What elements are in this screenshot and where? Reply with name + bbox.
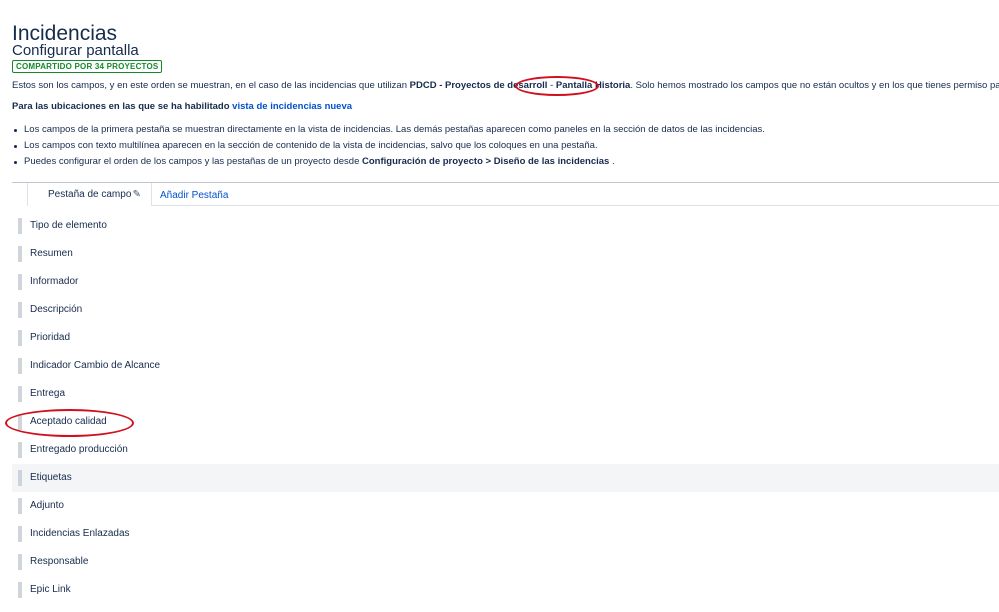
field-row[interactable]: Aceptado calidad xyxy=(12,408,999,436)
field-label: Incidencias Enlazadas xyxy=(30,528,130,539)
field-row[interactable]: Incidencias Enlazadas xyxy=(12,520,999,548)
info-item-text: Puedes configurar el orden de los campos… xyxy=(24,156,362,167)
field-label: Etiquetas xyxy=(30,472,72,483)
field-row[interactable]: Responsable xyxy=(12,548,999,576)
field-row[interactable]: Adjunto xyxy=(12,492,999,520)
config-path: Configuración de proyecto > Diseño de la… xyxy=(362,156,610,167)
field-label: Responsable xyxy=(30,556,89,567)
field-row[interactable]: Informador xyxy=(12,268,999,296)
add-tab-link[interactable]: Añadir Pestaña xyxy=(160,183,228,206)
field-row[interactable]: Prioridad xyxy=(12,324,999,352)
field-row[interactable]: Entrega xyxy=(12,380,999,408)
field-row[interactable]: Entregado producción xyxy=(12,436,999,464)
field-row[interactable]: Indicador Cambio de Alcance xyxy=(12,352,999,380)
screen-description: Estos son los campos, y en este orden se… xyxy=(12,80,999,91)
description-suffix: . Solo hemos mostrado los campos que no … xyxy=(630,80,999,91)
field-label: Entregado producción xyxy=(30,444,128,455)
info-item: Los campos de la primera pestaña se mues… xyxy=(12,122,765,138)
drag-handle-icon[interactable] xyxy=(18,554,22,570)
drag-handle-icon[interactable] xyxy=(18,218,22,234)
info-item: Los campos con texto multilínea aparecen… xyxy=(12,138,765,154)
tab-label: Pestaña de campo xyxy=(48,189,132,200)
field-row[interactable]: Tipo de elemento xyxy=(12,212,999,240)
drag-handle-icon[interactable] xyxy=(18,442,22,458)
drag-handle-icon[interactable] xyxy=(18,470,22,486)
section-title: Configurar pantalla xyxy=(12,42,139,59)
field-label: Epic Link xyxy=(30,584,71,595)
new-view-note: Para las ubicaciones en las que se ha ha… xyxy=(12,101,352,112)
drag-handle-icon[interactable] xyxy=(18,330,22,346)
drag-handle-icon[interactable] xyxy=(18,302,22,318)
field-label: Resumen xyxy=(30,248,73,259)
field-row[interactable]: Descripción xyxy=(12,296,999,324)
shared-projects-badge[interactable]: COMPARTIDO POR 34 PROYECTOS xyxy=(12,60,163,73)
field-row[interactable]: Etiquetas xyxy=(12,464,999,492)
field-label: Adjunto xyxy=(30,500,64,511)
drag-handle-icon[interactable] xyxy=(18,274,22,290)
new-view-text: Para las ubicaciones en las que se ha ha… xyxy=(12,101,233,112)
field-list: Tipo de elemento Resumen Informador Desc… xyxy=(12,212,999,604)
annotation-circle-screen xyxy=(515,76,599,96)
new-view-link[interactable]: vista de incidencias nueva xyxy=(232,101,352,112)
drag-handle-icon[interactable] xyxy=(18,386,22,402)
info-list: Los campos de la primera pestaña se mues… xyxy=(12,122,765,170)
field-label: Descripción xyxy=(30,304,83,315)
info-item: Puedes configurar el orden de los campos… xyxy=(12,154,765,170)
description-prefix: Estos son los campos, y en este orden se… xyxy=(12,80,410,91)
drag-handle-icon[interactable] xyxy=(18,246,22,262)
field-label: Tipo de elemento xyxy=(30,220,107,231)
field-label: Informador xyxy=(30,276,79,287)
edit-pencil-icon[interactable]: ✎ xyxy=(133,183,141,206)
drag-handle-icon[interactable] xyxy=(18,526,22,542)
field-label: Indicador Cambio de Alcance xyxy=(30,360,161,371)
info-item-suffix: . xyxy=(609,156,615,167)
drag-handle-icon[interactable] xyxy=(18,498,22,514)
tabs-bottom-border xyxy=(152,205,999,206)
drag-handle-icon[interactable] xyxy=(18,582,22,598)
tab-field-tab[interactable]: Pestaña de campo ✎ xyxy=(27,183,152,206)
field-label: Entrega xyxy=(30,388,66,399)
field-label: Prioridad xyxy=(30,332,71,343)
annotation-circle-field xyxy=(5,409,134,437)
drag-handle-icon[interactable] xyxy=(18,358,22,374)
field-row[interactable]: Epic Link xyxy=(12,576,999,604)
field-row[interactable]: Resumen xyxy=(12,240,999,268)
